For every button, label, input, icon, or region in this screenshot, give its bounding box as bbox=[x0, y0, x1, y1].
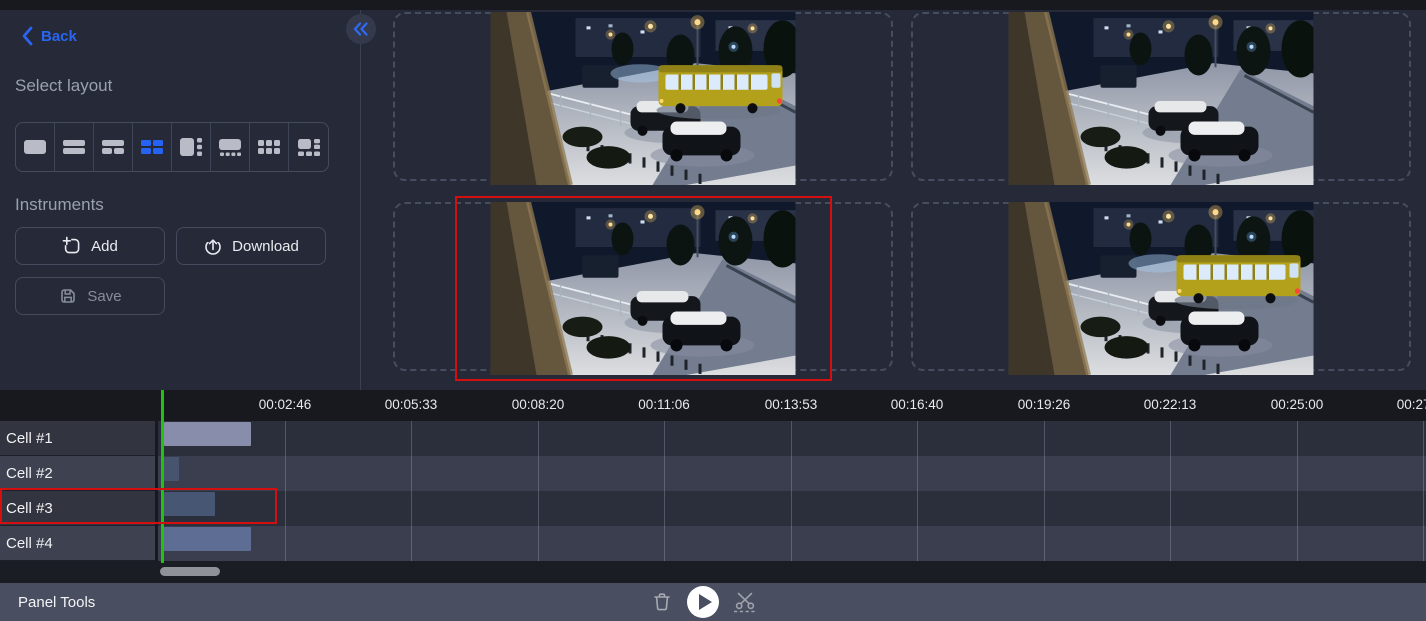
panel-tools-icons bbox=[650, 583, 758, 621]
timeline-ruler[interactable]: 00:02:46 00:05:33 00:08:20 00:11:06 00:13:53… bbox=[0, 390, 1426, 421]
timeline-tracks bbox=[158, 421, 1426, 561]
layout-two-rows-icon bbox=[62, 137, 86, 157]
layout-option-single[interactable] bbox=[16, 123, 55, 171]
layout-selector bbox=[15, 122, 329, 172]
video-cell-1[interactable] bbox=[393, 12, 893, 181]
video-cell-2[interactable] bbox=[911, 12, 1411, 181]
timeline-track[interactable] bbox=[158, 526, 1426, 561]
timeline-clip[interactable] bbox=[164, 492, 215, 516]
save-label: Save bbox=[87, 288, 121, 305]
chevron-left-icon bbox=[20, 26, 34, 46]
playhead[interactable] bbox=[161, 390, 164, 563]
ruler-tick: 00:25:00 bbox=[1271, 397, 1324, 412]
layout-option-grid-2x2[interactable] bbox=[133, 123, 172, 171]
timeline-track[interactable] bbox=[158, 456, 1426, 491]
double-chevron-left-icon bbox=[353, 22, 369, 36]
layout-grid-3x2-icon bbox=[257, 137, 281, 157]
ruler-tick: 00:11:06 bbox=[638, 397, 690, 412]
cctv-thumbnail-no-bus bbox=[491, 202, 796, 375]
timeline-clip[interactable] bbox=[164, 527, 251, 551]
layout-grid-2x2-icon bbox=[140, 137, 164, 157]
add-button[interactable]: Add bbox=[15, 227, 165, 265]
cctv-thumbnail-with-bus bbox=[491, 12, 796, 185]
layout-one-plus-two-icon bbox=[101, 137, 125, 157]
cctv-thumbnail-no-bus bbox=[1009, 12, 1314, 185]
window-top-strip bbox=[0, 0, 1426, 10]
download-button[interactable]: Download bbox=[176, 227, 326, 265]
timeline-row-labels: Cell #1Cell #2Cell #3Cell #4 bbox=[0, 421, 155, 561]
ruler-tick: 00:27:46 bbox=[1397, 397, 1426, 412]
video-cell-3[interactable] bbox=[393, 202, 893, 371]
save-floppy-icon bbox=[58, 286, 78, 306]
delete-button[interactable] bbox=[650, 590, 674, 614]
timeline-row-label[interactable]: Cell #1 bbox=[0, 421, 155, 456]
ruler-tick: 00:16:40 bbox=[891, 397, 944, 412]
layout-one-plus-four-bottom-icon bbox=[218, 137, 242, 157]
play-icon bbox=[699, 594, 712, 610]
sidebar: Back Select layout bbox=[0, 10, 361, 390]
timeline-row-label[interactable]: Cell #4 bbox=[0, 526, 155, 561]
collapse-sidebar-button[interactable] bbox=[346, 14, 376, 44]
back-label: Back bbox=[41, 28, 77, 45]
video-layout-editor: Back Select layout bbox=[0, 0, 1426, 621]
timeline-clip[interactable] bbox=[164, 422, 251, 446]
layout-single-icon bbox=[23, 137, 47, 157]
layout-option-two-rows[interactable] bbox=[55, 123, 94, 171]
layout-one-plus-five-icon bbox=[297, 137, 321, 157]
cut-button[interactable] bbox=[732, 590, 758, 614]
ruler-tick: 00:19:26 bbox=[1018, 397, 1071, 412]
trash-icon bbox=[650, 590, 674, 614]
ruler-tick: 00:13:53 bbox=[765, 397, 818, 412]
layout-option-one-plus-two[interactable] bbox=[94, 123, 133, 171]
upload-arrow-icon bbox=[203, 236, 223, 256]
timeline-scrollbar-thumb[interactable] bbox=[160, 567, 220, 576]
layout-option-one-plus-four-bottom[interactable] bbox=[211, 123, 250, 171]
cctv-thumbnail-with-bus bbox=[1009, 202, 1314, 375]
save-button[interactable]: Save bbox=[15, 277, 165, 315]
play-button[interactable] bbox=[687, 586, 719, 618]
layout-option-grid-3x2[interactable] bbox=[250, 123, 289, 171]
ruler-tick: 00:08:20 bbox=[512, 397, 565, 412]
timeline-row-label[interactable]: Cell #2 bbox=[0, 456, 155, 491]
instruments-label: Instruments bbox=[15, 195, 104, 215]
ruler-tick: 00:02:46 bbox=[259, 397, 312, 412]
timeline-track[interactable] bbox=[158, 421, 1426, 456]
ruler-tick: 00:05:33 bbox=[385, 397, 438, 412]
ruler-tick: 00:22:13 bbox=[1144, 397, 1197, 412]
panel-tools-bar: Panel Tools bbox=[0, 583, 1426, 621]
select-layout-label: Select layout bbox=[15, 76, 112, 96]
layout-option-one-plus-five[interactable] bbox=[289, 123, 328, 171]
timeline-scrollbar-track[interactable] bbox=[0, 561, 1426, 583]
sidebar-divider bbox=[360, 10, 361, 390]
back-button[interactable]: Back bbox=[20, 26, 77, 46]
layout-one-plus-three-right-icon bbox=[179, 137, 203, 157]
timeline-row-label[interactable]: Cell #3 bbox=[0, 491, 155, 526]
add-file-icon bbox=[62, 236, 82, 256]
scissors-icon bbox=[732, 590, 758, 614]
download-label: Download bbox=[232, 238, 299, 255]
video-cell-4[interactable] bbox=[911, 202, 1411, 371]
layout-option-one-plus-three-right[interactable] bbox=[172, 123, 211, 171]
timeline-clip[interactable] bbox=[164, 457, 179, 481]
add-label: Add bbox=[91, 238, 118, 255]
panel-tools-title: Panel Tools bbox=[18, 594, 95, 611]
timeline-track[interactable] bbox=[158, 491, 1426, 526]
